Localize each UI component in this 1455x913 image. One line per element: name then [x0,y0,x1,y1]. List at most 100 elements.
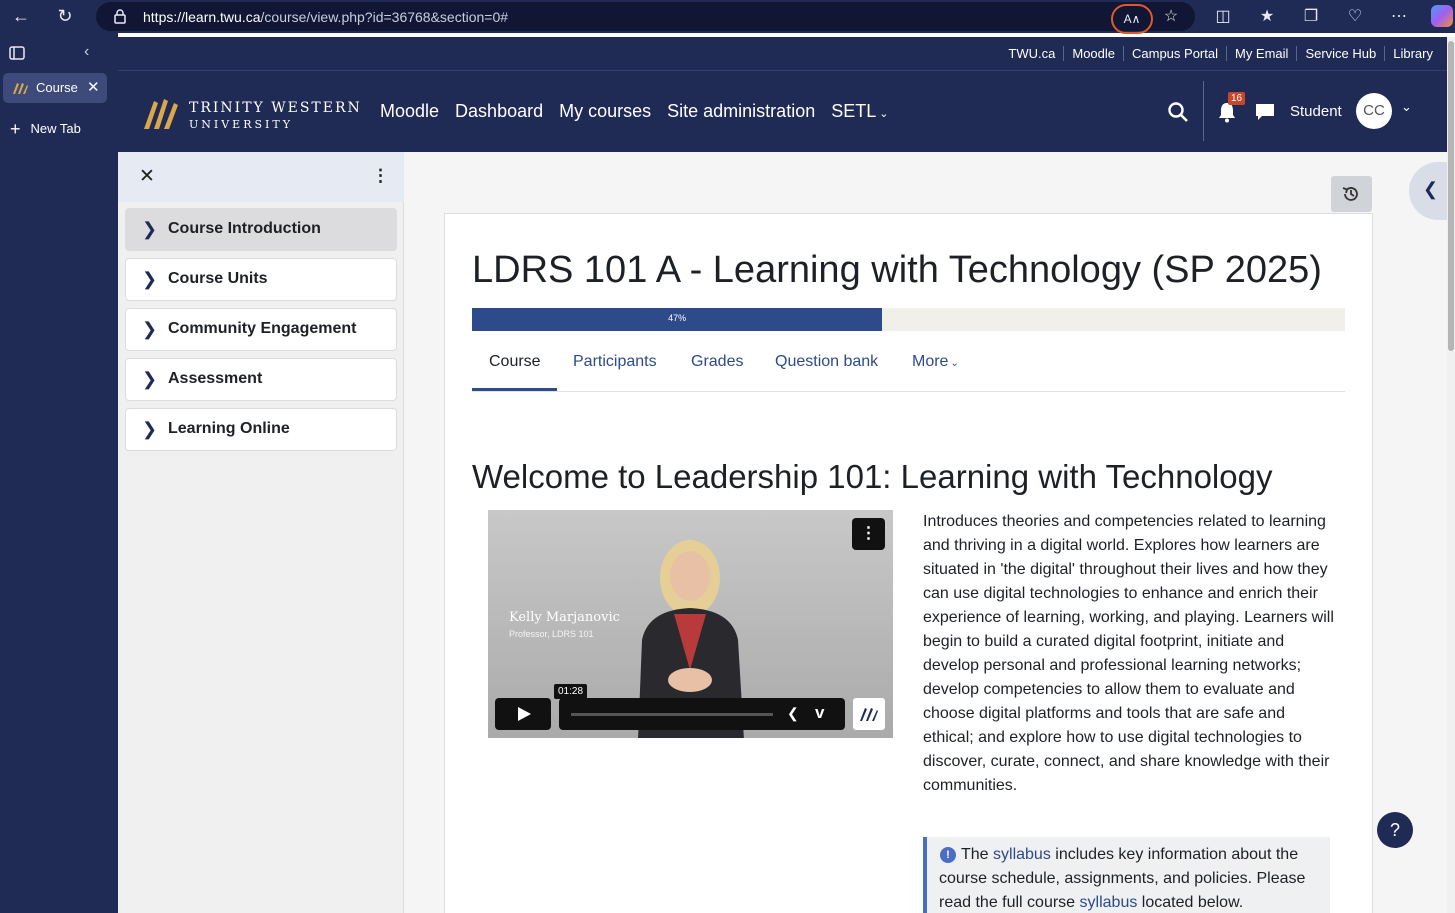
nav-site-administration[interactable]: Site administration [667,101,815,121]
progress-label: 47% [668,313,687,323]
primary-navigation: TRINITY WESTERN UNIVERSITY Moodle Dashboa… [118,71,1447,152]
twu-watermark-icon[interactable] [853,698,885,730]
nav-dashboard[interactable]: Dashboard [455,101,543,121]
url-text: https://learn.twu.ca/course/view.php?id=… [143,9,508,25]
course-index-label: Course Units [168,270,268,287]
twu-mark-icon [860,708,878,721]
chevron-right-icon[interactable]: ❯ [142,369,157,390]
search-icon[interactable] [1167,101,1189,123]
course-description: Introduces theories and competencies rel… [923,513,1334,794]
favorite-star-icon[interactable]: ☆ [1160,6,1182,28]
twu-favicon-icon [13,83,28,94]
url-host: https://learn.twu.ca [143,9,261,25]
vimeo-logo-icon[interactable]: v [815,703,824,723]
nav-divider [1203,81,1204,141]
course-index-label: Assessment [168,370,263,387]
history-button[interactable] [1331,176,1372,212]
browser-essentials-icon[interactable]: ♡ [1344,6,1366,28]
browser-tab-course[interactable]: Course ✕ [3,73,107,103]
syllabus-notice-text: The syllabus includes key information ab… [939,843,1319,913]
plus-icon: + [10,119,21,139]
nav-my-courses[interactable]: My courses [559,101,651,121]
course-index-item-learning-online[interactable]: ❯ Learning Online [125,408,397,451]
util-link-service-hub[interactable]: Service Hub [1296,46,1385,61]
course-progress-bar: 47% [472,308,1345,331]
user-menu-chevron-icon[interactable]: ⌄ [1401,99,1412,115]
course-intro-video[interactable]: Kelly Marjanovic Professor, LDRS 101 ⋮ 0… [488,510,893,738]
course-index-item-community-engagement[interactable]: ❯ Community Engagement [125,308,397,351]
notice-text-1: The [961,846,994,863]
new-tab-button[interactable]: + New Tab [10,119,81,140]
chevron-right-icon[interactable]: ❯ [142,319,157,340]
video-seek-bar[interactable] [571,713,773,716]
collapse-panel-icon[interactable]: ‹ [84,43,89,61]
nav-setl-label: SETL [831,101,877,121]
syllabus-notice: ! The syllabus includes key information … [923,837,1330,913]
copilot-icon[interactable] [1431,5,1453,27]
more-menu-icon[interactable]: ⋯ [1388,6,1410,28]
messages-icon[interactable] [1255,103,1275,121]
chevron-down-icon: ⌄ [879,108,889,120]
tab-panel-icon[interactable] [9,45,25,61]
browser-toolbar: ← ↻ https://learn.twu.ca/course/view.php… [0,0,1455,34]
scrollbar-thumb[interactable] [1448,41,1454,351]
chevron-left-icon[interactable]: ❮ [787,705,799,722]
split-screen-icon[interactable]: ◫ [1212,6,1234,28]
course-tabs: Course Participants Grades Question bank… [472,340,1345,392]
reload-icon[interactable]: ↻ [54,5,76,27]
chevron-down-icon: ⌄ [950,358,959,369]
util-link-moodle[interactable]: Moodle [1063,46,1123,61]
video-controls: ❮ v [559,698,845,730]
syllabus-link[interactable]: syllabus [993,846,1051,863]
url-path: /course/view.php?id=36768&section=0# [260,9,509,25]
twu-logo[interactable]: TRINITY WESTERN UNIVERSITY [142,93,360,133]
util-link-twu[interactable]: TWU.ca [1000,46,1063,61]
nav-setl[interactable]: SETL ⌄ [831,101,904,121]
course-index-item-course-introduction[interactable]: ❯ Course Introduction [125,208,397,251]
util-link-campus-portal[interactable]: Campus Portal [1123,46,1226,61]
video-options-icon[interactable]: ⋮ [852,518,885,550]
chevron-right-icon[interactable]: ❯ [142,219,157,240]
avatar[interactable]: CC [1356,93,1392,129]
presenter-name: Kelly Marjanovic [509,610,620,625]
favorites-icon[interactable]: ★ [1256,6,1278,28]
read-aloud-icon[interactable]: A∧ [1111,4,1153,34]
progress-fill: 47% [472,308,883,331]
util-link-library[interactable]: Library [1384,46,1441,61]
back-arrow-icon[interactable]: ← [10,5,32,27]
new-tab-label: New Tab [30,121,81,136]
address-bar[interactable]: https://learn.twu.ca/course/view.php?id=… [96,2,1195,31]
notification-count-badge: 16 [1228,92,1246,105]
page-title: LDRS 101 A - Learning with Technology (S… [472,249,1322,291]
chevron-left-icon: ❮ [1423,179,1439,199]
util-link-my-email[interactable]: My Email [1225,46,1297,61]
tab-participants[interactable]: Participants [573,353,657,371]
nav-moodle[interactable]: Moodle [380,101,439,121]
course-index-item-course-units[interactable]: ❯ Course Units [125,258,397,301]
page-scrollbar[interactable] [1447,37,1455,913]
syllabus-link-2[interactable]: syllabus [1080,894,1138,911]
close-tab-icon[interactable]: ✕ [87,78,100,96]
notice-text-3: located below. [1137,894,1244,911]
tab-more[interactable]: More ⌄ [912,353,959,371]
user-role-label: Student [1290,103,1342,120]
collections-icon[interactable]: ❐ [1300,6,1322,28]
vertical-tabs-panel: ‹ Course ✕ + New Tab [0,33,118,913]
tab-grades[interactable]: Grades [691,353,743,371]
tab-more-label: More [912,353,949,370]
utility-links: TWU.ca Moodle Campus Portal My Email Service… [1000,46,1441,61]
play-icon [518,707,531,721]
history-icon [1342,187,1358,201]
tab-question-bank[interactable]: Question bank [775,353,878,371]
course-index-item-assessment[interactable]: ❯ Assessment [125,358,397,401]
help-button[interactable]: ? [1377,812,1413,848]
video-timestamp: 01:28 [554,684,588,699]
twu-logo-mark-icon [144,99,178,129]
chevron-right-icon[interactable]: ❯ [142,419,157,440]
close-drawer-icon[interactable]: ✕ [139,165,155,188]
drawer-header: ✕ ⋮ [118,152,404,202]
play-button[interactable] [495,698,551,730]
tab-course[interactable]: Course [489,353,541,371]
chevron-right-icon[interactable]: ❯ [142,269,157,290]
drawer-options-icon[interactable]: ⋮ [372,166,389,186]
